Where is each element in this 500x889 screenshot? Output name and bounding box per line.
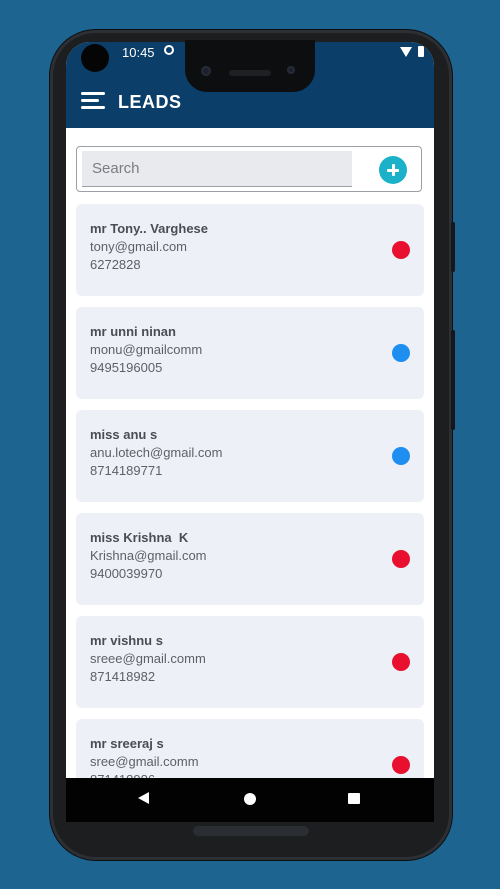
lead-phone: 9495196005 <box>90 360 163 375</box>
status-time: 10:45 <box>122 45 155 60</box>
lead-name: miss anu s <box>90 427 158 442</box>
search-bar <box>76 146 422 192</box>
lead-phone: 9400039970 <box>90 566 163 581</box>
lead-email: tony@gmail.com <box>90 239 188 254</box>
lead-name: miss Krishna K <box>90 530 189 545</box>
search-input[interactable] <box>82 151 352 187</box>
page-title: LEADS <box>118 92 182 112</box>
status-icons <box>400 46 424 57</box>
lead-status-dot <box>392 756 410 774</box>
lead-status-dot <box>392 241 410 259</box>
nav-recents-icon[interactable] <box>348 793 360 804</box>
lead-card[interactable]: mr unni ninan monu@gmailcomm 9495196005 <box>76 307 424 399</box>
add-lead-button[interactable] <box>379 156 407 184</box>
lead-name: mr Tony.. Varghese <box>90 221 209 236</box>
lead-name: mr unni ninan <box>90 324 176 339</box>
nav-home-icon[interactable] <box>244 793 256 805</box>
lead-phone: 6272828 <box>90 257 141 272</box>
nav-back-icon[interactable] <box>138 792 149 804</box>
lead-status-dot <box>392 344 410 362</box>
lead-email: sreee@gmail.comm <box>90 651 206 666</box>
bottom-speaker <box>193 826 309 836</box>
navigation-bar <box>66 778 434 822</box>
front-camera-icon <box>201 66 211 76</box>
camera-notch <box>185 40 315 92</box>
battery-icon <box>418 46 424 57</box>
lead-phone: 871418982 <box>90 669 156 684</box>
lead-email: Krishna@gmail.com <box>90 548 207 563</box>
wifi-icon <box>400 46 412 57</box>
hamburger-menu-icon[interactable] <box>81 92 105 110</box>
lead-email: sree@gmail.comm <box>90 754 199 769</box>
alarm-icon <box>164 45 174 55</box>
lead-card[interactable]: miss Krishna K Krishna@gmail.com 9400039… <box>76 513 424 605</box>
lead-card[interactable]: miss anu s anu.lotech@gmail.com 87141897… <box>76 410 424 502</box>
earpiece-speaker <box>229 70 271 76</box>
lead-phone: 8714189771 <box>90 463 163 478</box>
lead-status-dot <box>392 447 410 465</box>
lead-status-dot <box>392 653 410 671</box>
leads-content[interactable]: mr Tony.. Varghese tony@gmail.com 627282… <box>66 128 434 778</box>
lead-card[interactable]: mr Tony.. Varghese tony@gmail.com 627282… <box>76 204 424 296</box>
app-screen: 10:45 LEADS mr Tony.. Varghese tony@gmai… <box>66 42 434 800</box>
leads-list: mr Tony.. Varghese tony@gmail.com 627282… <box>76 204 424 778</box>
volume-button <box>451 330 455 430</box>
lead-card[interactable]: mr sreeraj s sree@gmail.comm 871418986 <box>76 719 424 778</box>
lead-status-dot <box>392 550 410 568</box>
lead-name: mr vishnu s <box>90 633 163 648</box>
lead-card[interactable]: mr vishnu s sreee@gmail.comm 871418982 <box>76 616 424 708</box>
lead-email: monu@gmailcomm <box>90 342 203 357</box>
lead-name: mr sreeraj s <box>90 736 164 751</box>
lead-email: anu.lotech@gmail.com <box>90 445 223 460</box>
punch-hole-camera <box>81 44 109 72</box>
power-button <box>451 222 455 272</box>
sensor-icon <box>287 66 295 74</box>
